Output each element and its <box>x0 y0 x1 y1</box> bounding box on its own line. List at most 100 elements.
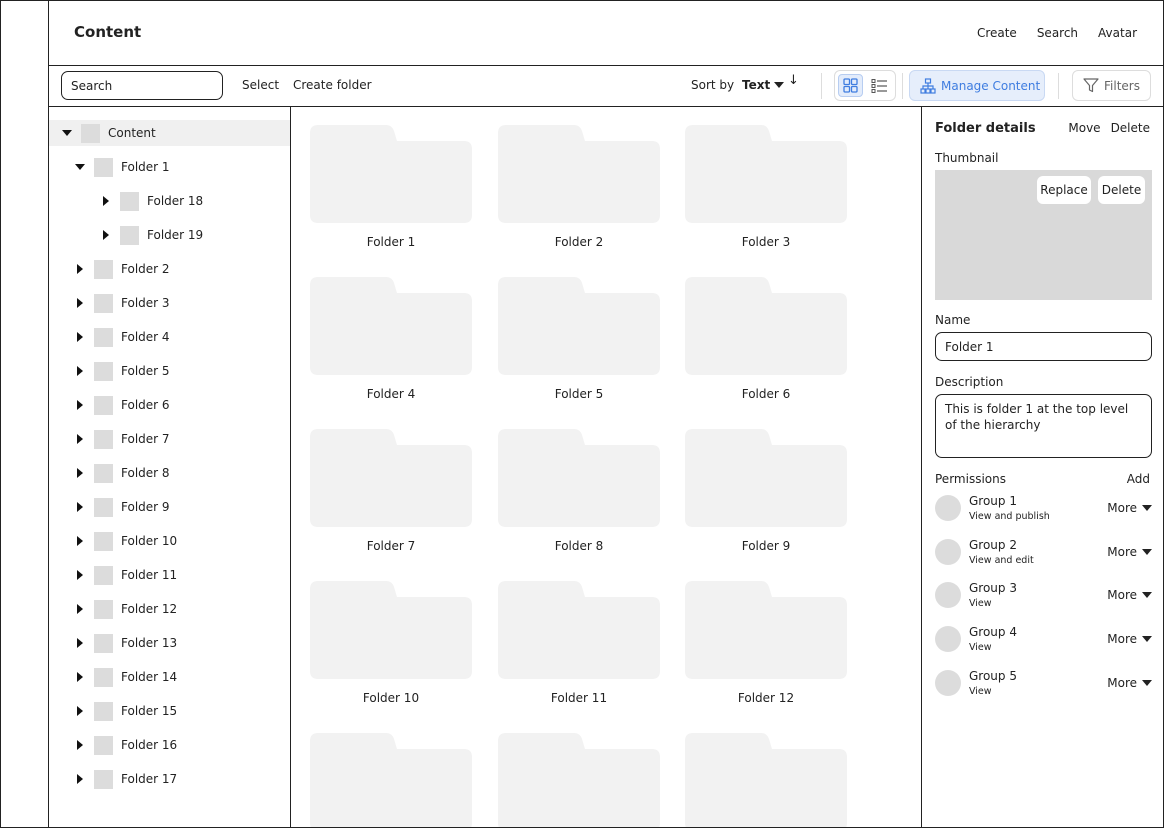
more-dropdown[interactable]: More <box>1107 676 1152 690</box>
more-dropdown[interactable]: More <box>1107 545 1152 559</box>
move-button[interactable]: Move <box>1068 121 1100 135</box>
caret-right-icon[interactable] <box>75 672 85 682</box>
tree-item[interactable]: Folder 13 <box>49 630 290 656</box>
folder-label: Folder 10 <box>362 691 420 705</box>
caret-right-icon[interactable] <box>75 298 85 308</box>
more-dropdown[interactable]: More <box>1107 501 1152 515</box>
nav-create-link[interactable]: Create <box>977 26 1017 40</box>
tree-item[interactable]: Folder 1 <box>49 154 290 180</box>
caret-right-icon[interactable] <box>75 638 85 648</box>
toolbar-divider <box>821 73 822 99</box>
folder-card[interactable] <box>310 733 472 827</box>
folder-card[interactable]: Folder 10 <box>310 581 472 706</box>
tree-item[interactable]: Folder 16 <box>49 732 290 758</box>
tree-item[interactable]: Folder 6 <box>49 392 290 418</box>
name-field[interactable] <box>935 332 1152 361</box>
folder-card[interactable]: Folder 6 <box>685 277 847 402</box>
tree-item[interactable]: Folder 8 <box>49 460 290 486</box>
folder-card[interactable] <box>498 733 660 827</box>
create-folder-button[interactable]: Create folder <box>293 78 372 92</box>
folder-card[interactable] <box>685 733 847 827</box>
tree-item[interactable]: Folder 11 <box>49 562 290 588</box>
tree-item[interactable]: Folder 3 <box>49 290 290 316</box>
caret-right-icon[interactable] <box>75 740 85 750</box>
folder-card[interactable]: Folder 11 <box>498 581 660 706</box>
folder-icon <box>310 429 472 527</box>
caret-right-icon[interactable] <box>75 366 85 376</box>
permission-row: Group 4 View More <box>935 625 1152 655</box>
tree-item[interactable]: Folder 7 <box>49 426 290 452</box>
tree-item[interactable]: Folder 19 <box>49 222 290 248</box>
folder-card[interactable]: Folder 1 <box>310 125 472 250</box>
caret-down-icon[interactable] <box>75 162 85 172</box>
folder-thumbnail <box>94 259 113 279</box>
folder-card[interactable]: Folder 7 <box>310 429 472 554</box>
tree-item[interactable]: Folder 2 <box>49 256 290 282</box>
folder-label: Folder 9 <box>741 539 791 553</box>
folder-label: Folder 11 <box>550 691 608 705</box>
tree-item-label: Folder 4 <box>121 330 170 344</box>
folder-card[interactable]: Folder 5 <box>498 277 660 402</box>
folder-icon <box>310 125 472 223</box>
sort-select[interactable]: Text <box>742 78 785 92</box>
caret-right-icon[interactable] <box>75 400 85 410</box>
more-dropdown[interactable]: More <box>1107 588 1152 602</box>
tree-item[interactable]: Folder 14 <box>49 664 290 690</box>
sort-direction-arrow-icon[interactable]: ↓ <box>788 73 799 88</box>
caret-right-icon[interactable] <box>75 536 85 546</box>
tree-item[interactable]: Folder 15 <box>49 698 290 724</box>
caret-right-icon[interactable] <box>75 332 85 342</box>
caret-right-icon[interactable] <box>75 264 85 274</box>
sort-value: Text <box>742 78 771 92</box>
tree-item[interactable]: Folder 17 <box>49 766 290 792</box>
add-permission-button[interactable]: Add <box>1127 472 1150 486</box>
more-dropdown[interactable]: More <box>1107 632 1152 646</box>
caret-right-icon[interactable] <box>75 706 85 716</box>
folder-card[interactable]: Folder 2 <box>498 125 660 250</box>
app-window: Content Create Search Avatar Select Crea… <box>0 0 1164 828</box>
select-button[interactable]: Select <box>242 78 279 92</box>
folder-card[interactable]: Folder 8 <box>498 429 660 554</box>
folder-label: Folder 1 <box>366 235 416 249</box>
caret-right-icon[interactable] <box>75 570 85 580</box>
caret-right-icon[interactable] <box>75 434 85 444</box>
group-avatar <box>935 669 961 696</box>
caret-right-icon[interactable] <box>75 468 85 478</box>
tree-item-content[interactable]: Content <box>49 120 290 146</box>
tree-item[interactable]: Folder 18 <box>49 188 290 214</box>
toolbar-divider <box>902 73 903 99</box>
details-title: Folder details <box>935 121 1036 136</box>
tree-item[interactable]: Folder 10 <box>49 528 290 554</box>
folder-card[interactable]: Folder 4 <box>310 277 472 402</box>
permission-row: Group 1 View and publish More <box>935 494 1152 524</box>
caret-down-icon[interactable] <box>62 128 72 138</box>
caret-right-icon[interactable] <box>75 774 85 784</box>
caret-right-icon[interactable] <box>75 604 85 614</box>
folder-label: Folder 12 <box>737 691 795 705</box>
toolbar: Select Create folder Sort by Text ↓ <box>48 66 1164 107</box>
filters-button[interactable]: Filters <box>1072 70 1151 101</box>
caret-right-icon[interactable] <box>75 502 85 512</box>
tree-item[interactable]: Folder 9 <box>49 494 290 520</box>
header-nav: Create Search Avatar <box>977 26 1137 40</box>
list-view-button[interactable] <box>867 74 892 97</box>
delete-button[interactable]: Delete <box>1111 121 1150 135</box>
nav-search-link[interactable]: Search <box>1037 26 1078 40</box>
manage-content-button[interactable]: Manage Content <box>909 70 1045 101</box>
tree-item-label: Folder 1 <box>121 160 170 174</box>
caret-right-icon[interactable] <box>101 196 111 206</box>
folder-card[interactable]: Folder 9 <box>685 429 847 554</box>
tree-item[interactable]: Folder 4 <box>49 324 290 350</box>
tree-item[interactable]: Folder 5 <box>49 358 290 384</box>
hierarchy-icon <box>920 77 936 94</box>
search-input[interactable] <box>61 71 223 100</box>
folder-card[interactable]: Folder 3 <box>685 125 847 250</box>
replace-button[interactable]: Replace <box>1037 176 1091 204</box>
thumbnail-delete-button[interactable]: Delete <box>1098 176 1145 204</box>
description-field[interactable]: This is folder 1 at the top level of the… <box>935 394 1152 458</box>
nav-avatar-link[interactable]: Avatar <box>1098 26 1137 40</box>
caret-right-icon[interactable] <box>101 230 111 240</box>
tree-item[interactable]: Folder 12 <box>49 596 290 622</box>
folder-card[interactable]: Folder 12 <box>685 581 847 706</box>
grid-view-button[interactable] <box>838 74 863 97</box>
